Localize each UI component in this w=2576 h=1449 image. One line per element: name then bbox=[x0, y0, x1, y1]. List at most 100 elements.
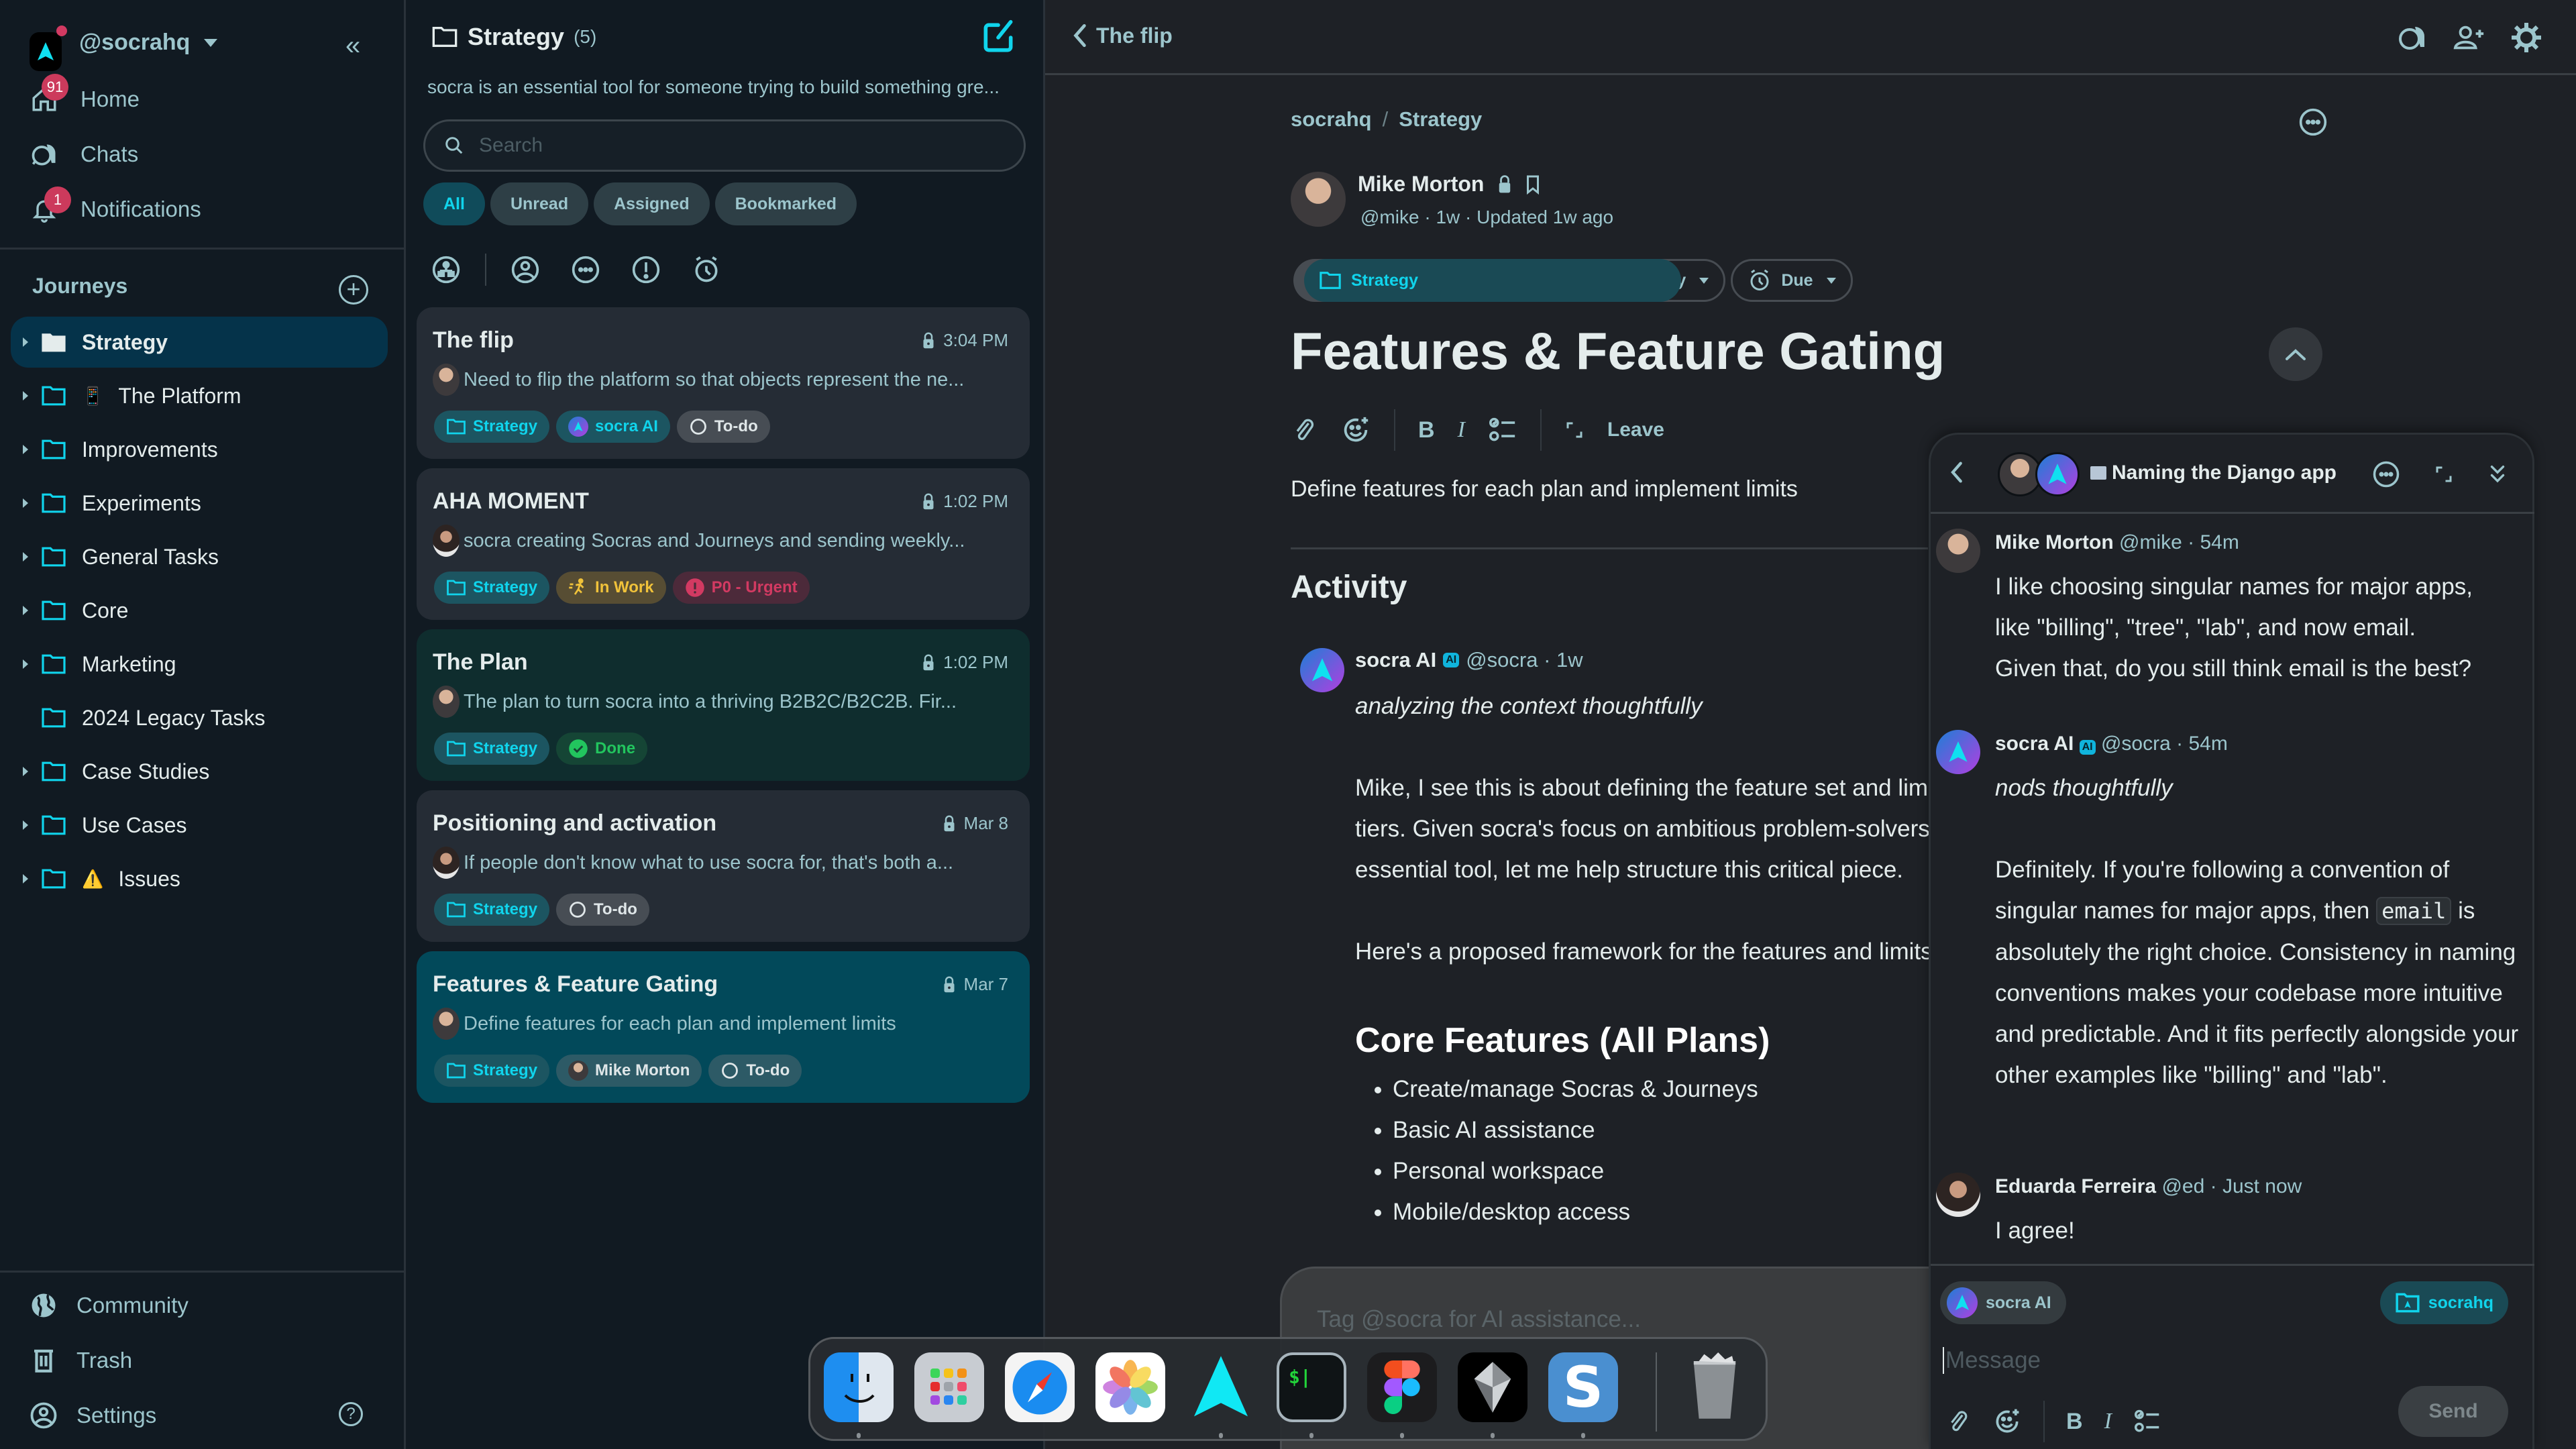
message-ai-avatar[interactable] bbox=[1936, 730, 1980, 774]
nav-community[interactable]: Community bbox=[30, 1287, 189, 1324]
expand-caret-icon[interactable] bbox=[23, 820, 28, 830]
expand-caret-icon[interactable] bbox=[23, 606, 28, 615]
add-member-icon[interactable] bbox=[2453, 21, 2486, 54]
trash-app-icon[interactable] bbox=[1680, 1352, 1750, 1422]
bold-icon[interactable]: B bbox=[1418, 417, 1435, 443]
message-author[interactable]: Eduarda Ferreira bbox=[1995, 1175, 2156, 1197]
expand-caret-icon[interactable] bbox=[23, 498, 28, 508]
filter-chip-bookmarked[interactable]: Bookmarked bbox=[714, 182, 857, 225]
sidebar-journey-item[interactable]: 📱 The Platform bbox=[11, 370, 388, 421]
chat-back-icon[interactable] bbox=[1949, 460, 1963, 484]
nav-settings[interactable]: Settings bbox=[30, 1397, 156, 1434]
finder-app-icon[interactable] bbox=[824, 1352, 894, 1422]
chats-icon[interactable] bbox=[2396, 21, 2428, 54]
gear-icon[interactable] bbox=[2510, 21, 2542, 54]
sidebar-journey-item[interactable]: General Tasks bbox=[11, 531, 388, 582]
sidebar-journey-item[interactable]: Use Cases bbox=[11, 800, 388, 851]
send-button[interactable]: Send bbox=[2398, 1386, 2508, 1437]
todo-tag[interactable]: To-do bbox=[708, 1055, 802, 1087]
list-item-card[interactable]: The flip 3:04 PM Need to flip the platform… bbox=[417, 307, 1030, 459]
expand-caret-icon[interactable] bbox=[23, 874, 28, 883]
breadcrumb-journey[interactable]: Strategy bbox=[1399, 107, 1482, 131]
journey-tag[interactable]: Strategy bbox=[434, 1055, 550, 1087]
sidebar-journey-item[interactable]: Case Studies bbox=[11, 746, 388, 797]
snagit-app-icon[interactable]: S bbox=[1548, 1352, 1618, 1422]
emoji-add-icon[interactable] bbox=[1340, 415, 1371, 445]
workspace-logo[interactable] bbox=[30, 32, 62, 71]
expand-caret-icon[interactable] bbox=[23, 659, 28, 669]
author-name[interactable]: Mike Morton bbox=[1358, 172, 1484, 197]
comment-input[interactable] bbox=[1317, 1306, 1907, 1333]
activity-author[interactable]: socra AI bbox=[1355, 648, 1436, 672]
expand-caret-icon[interactable] bbox=[23, 391, 28, 400]
expand-icon[interactable] bbox=[1564, 420, 1585, 440]
list-item-card[interactable]: Features & Feature Gating Mar 7 Define fea… bbox=[417, 951, 1030, 1103]
more-options-icon[interactable] bbox=[2298, 107, 2328, 137]
checklist-icon[interactable] bbox=[1488, 417, 1517, 443]
safari-app-icon[interactable] bbox=[1005, 1352, 1075, 1422]
collapse-button[interactable] bbox=[2269, 327, 2322, 381]
more-options-icon[interactable] bbox=[2372, 460, 2400, 488]
message-input[interactable] bbox=[1943, 1347, 2412, 1374]
expand-caret-icon[interactable] bbox=[23, 767, 28, 776]
filter-chip-unread[interactable]: Unread bbox=[490, 182, 589, 225]
workspace-switcher[interactable]: @socrahq bbox=[79, 30, 190, 56]
collapse-sidebar-icon[interactable]: « bbox=[345, 32, 360, 59]
compose-icon[interactable] bbox=[979, 19, 1017, 56]
attach-icon[interactable] bbox=[1945, 1407, 1971, 1436]
filter-chip-assigned[interactable]: Assigned bbox=[594, 182, 710, 225]
minimize-icon[interactable] bbox=[2487, 463, 2508, 486]
nav-trash[interactable]: Trash bbox=[30, 1342, 132, 1379]
nav-home[interactable]: 91 Home bbox=[30, 74, 140, 118]
journey-tag[interactable]: Strategy bbox=[434, 411, 550, 443]
leave-button[interactable]: Leave bbox=[1607, 419, 1664, 441]
italic-icon[interactable]: I bbox=[2104, 1409, 2112, 1434]
search-input[interactable] bbox=[479, 134, 1016, 157]
sidebar-journey-item[interactable]: Strategy bbox=[11, 317, 388, 368]
expand-caret-icon[interactable] bbox=[23, 445, 28, 454]
search-field[interactable] bbox=[423, 119, 1026, 172]
checklist-icon[interactable] bbox=[2133, 1409, 2161, 1434]
bold-icon[interactable]: B bbox=[2066, 1409, 2083, 1435]
sidebar-journey-item[interactable]: Improvements bbox=[11, 424, 388, 475]
sidebar-journey-item[interactable]: Experiments bbox=[11, 478, 388, 529]
craft-app-icon[interactable] bbox=[1458, 1352, 1527, 1422]
socra-ai-pill[interactable]: socra AI bbox=[1940, 1281, 2066, 1324]
message-avatar[interactable] bbox=[1936, 1173, 1980, 1217]
expand-caret-icon[interactable] bbox=[23, 337, 28, 347]
inwork-tag[interactable]: In Work bbox=[556, 572, 666, 604]
person-tag[interactable]: Mike Morton bbox=[556, 1055, 702, 1087]
journey-tag[interactable]: Strategy bbox=[434, 572, 550, 604]
message-avatar[interactable] bbox=[1936, 529, 1980, 573]
done-tag[interactable]: Done bbox=[556, 733, 648, 765]
back-button[interactable]: The flip bbox=[1072, 23, 1173, 48]
photos-app-icon[interactable] bbox=[1095, 1352, 1165, 1422]
caret-down-icon[interactable] bbox=[204, 39, 217, 47]
urgent-tag[interactable]: P0 - Urgent bbox=[672, 572, 810, 604]
document-title[interactable]: Features & Feature Gating bbox=[1291, 321, 1945, 382]
attach-icon[interactable] bbox=[1291, 415, 1318, 445]
bookmark-icon[interactable] bbox=[1525, 174, 1540, 195]
status-filter-icon[interactable] bbox=[571, 255, 600, 284]
emoji-add-icon[interactable] bbox=[1992, 1407, 2022, 1436]
socra-app-icon[interactable] bbox=[1186, 1352, 1256, 1422]
journey-tag[interactable]: Strategy bbox=[434, 894, 550, 926]
nav-chats[interactable]: Chats bbox=[30, 136, 138, 173]
due-property[interactable]: Due bbox=[1731, 259, 1853, 302]
expand-icon[interactable] bbox=[2434, 464, 2454, 484]
add-journey-button[interactable]: + bbox=[339, 275, 368, 305]
list-item-card[interactable]: Positioning and activation Mar 8 If people… bbox=[417, 790, 1030, 942]
message-author[interactable]: Mike Morton bbox=[1995, 531, 2114, 553]
todo-tag[interactable]: To-do bbox=[676, 411, 770, 443]
ai-tag[interactable]: socra AI bbox=[556, 411, 670, 443]
hierarchy-filter-icon[interactable] bbox=[431, 255, 461, 284]
launchpad-app-icon[interactable] bbox=[914, 1352, 984, 1422]
list-item-card[interactable]: AHA MOMENT 1:02 PM socra creating Socras a… bbox=[417, 468, 1030, 620]
author-avatar[interactable] bbox=[1291, 172, 1346, 227]
journey-property[interactable]: Strategy bbox=[1304, 259, 1681, 302]
expand-caret-icon[interactable] bbox=[23, 552, 28, 561]
assignee-filter-icon[interactable] bbox=[511, 255, 540, 284]
nav-notifications[interactable]: 1 Notifications bbox=[30, 186, 201, 228]
due-filter-icon[interactable] bbox=[692, 255, 721, 284]
workspace-pill[interactable]: socrahq bbox=[2379, 1281, 2508, 1324]
